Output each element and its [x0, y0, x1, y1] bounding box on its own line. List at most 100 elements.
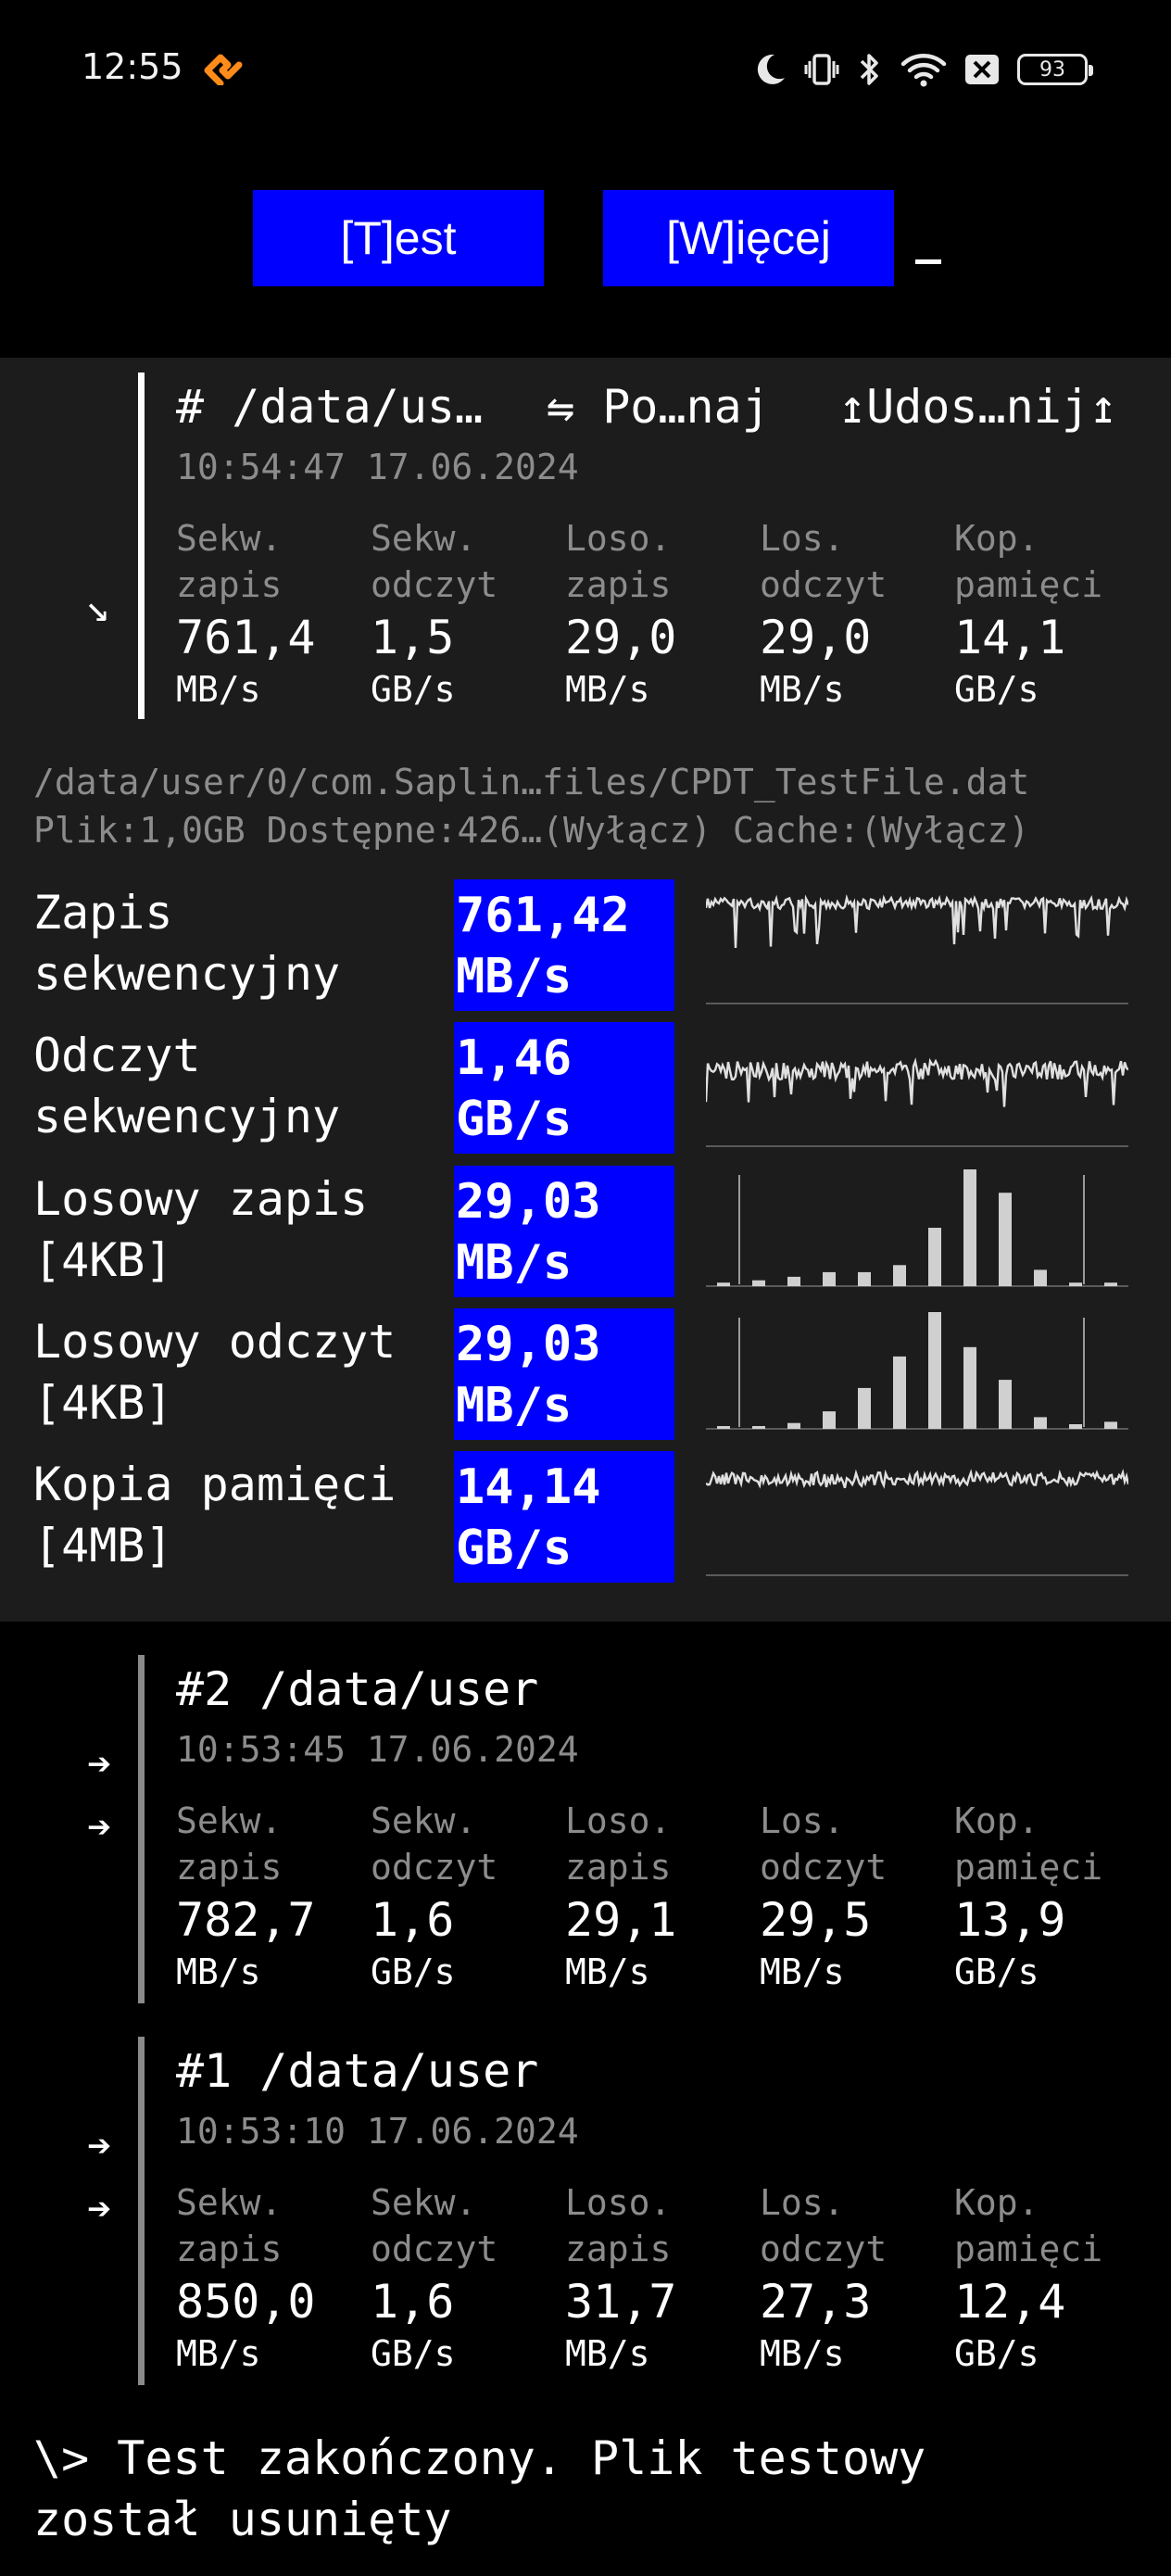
graph-seq-write — [706, 893, 1128, 1004]
bluetooth-icon — [860, 54, 878, 85]
row-value-rand-read: 29,03 MB/s — [454, 1308, 674, 1440]
metric-label: Kop. — [954, 1800, 1039, 1841]
metric-label: zapis — [565, 2229, 672, 2269]
metric-rand-read: Los. odczyt 29,5 MB/s — [760, 1798, 954, 1996]
metric-unit: MB/s — [176, 1951, 261, 1992]
metric-seq-write: Sekw. zapis 761,4 MB/s — [176, 515, 371, 713]
test-button[interactable]: [T]est — [253, 190, 544, 286]
metric-label: zapis — [565, 564, 672, 605]
row-label-seq-read: Odczyt sekwencyjny — [33, 1025, 340, 1147]
app-notification-icon — [204, 54, 243, 85]
metric-unit: MB/s — [760, 1951, 845, 1992]
battery-level: 93 — [1039, 57, 1065, 82]
metric-mem-copy: Kop. pamięci 13,9 GB/s — [954, 1798, 1149, 1996]
test-file-path: /data/user/0/com.Saplin…files/CPDT_TestF… — [33, 762, 1030, 802]
metric-value: 14,1 — [954, 611, 1066, 664]
status-icons: 93 — [754, 48, 1093, 91]
more-button[interactable]: [W]ięcej — [603, 190, 894, 286]
metric-label: Loso. — [565, 518, 672, 559]
status-message-line: został usunięty — [33, 2493, 452, 2546]
text-cursor — [915, 259, 941, 264]
metric-seq-read: Sekw. odczyt 1,6 GB/s — [371, 2179, 565, 2378]
histogram-bar — [963, 1346, 976, 1429]
history-1-title[interactable]: #1 /data/user — [176, 2044, 538, 2098]
metric-unit: MB/s — [760, 669, 845, 710]
graph-trace — [706, 893, 1128, 948]
row-value-seq-write: 761,42 MB/s — [454, 879, 674, 1011]
metric-value: 13,9 — [954, 1893, 1066, 1947]
row-value-unit: GB/s — [456, 1092, 573, 1147]
row-value-unit: MB/s — [456, 1235, 573, 1291]
histogram-bar — [893, 1356, 906, 1429]
metric-rand-write: Loso. zapis 29,0 MB/s — [565, 515, 760, 713]
metric-label: odczyt — [760, 1847, 888, 1888]
metric-unit: GB/s — [371, 669, 456, 710]
metric-value: 27,3 — [760, 2275, 872, 2329]
metric-value: 1,6 — [371, 1893, 455, 1947]
metric-value: 850,0 — [176, 2275, 316, 2329]
history-2-title[interactable]: #2 /data/user — [176, 1662, 538, 1716]
metric-label: Sekw. — [176, 518, 283, 559]
histogram-bar — [787, 1276, 800, 1286]
metric-label: Sekw. — [371, 518, 477, 559]
metric-unit: MB/s — [565, 669, 650, 710]
metric-label: zapis — [565, 1847, 672, 1888]
compare-button[interactable]: ⇋ Po…naj — [547, 380, 770, 434]
graph-seq-read — [706, 1057, 1128, 1147]
metric-label: odczyt — [760, 564, 888, 605]
metric-label: Los. — [760, 2182, 845, 2223]
histogram-bar — [717, 1426, 730, 1429]
histogram-bar — [1034, 1269, 1047, 1286]
metric-value: 31,7 — [565, 2275, 677, 2329]
share-button[interactable]: ↥Udos…nij↥ — [838, 380, 1117, 434]
vibrate-icon — [804, 54, 839, 85]
row-label-line: Losowy zapis — [33, 1172, 369, 1226]
metric-seq-write: Sekw. zapis 850,0 MB/s — [176, 2179, 371, 2378]
row-label-line: Zapis — [33, 886, 173, 940]
metric-label: zapis — [176, 2229, 283, 2269]
graph-trace — [706, 1469, 1128, 1489]
status-message: \> Test zakończony. Plik testowy został … — [33, 2428, 925, 2550]
row-value-unit: MB/s — [456, 949, 573, 1004]
metric-mem-copy: Kop. pamięci 12,4 GB/s — [954, 2179, 1149, 2378]
metric-label: Sekw. — [176, 2182, 283, 2223]
histogram-bar — [928, 1312, 941, 1429]
current-result-arrow: ↘ — [85, 584, 110, 631]
history-2-date: 10:53:45 17.06.2024 — [176, 1729, 579, 1770]
histogram-bar — [752, 1280, 765, 1286]
metric-label: zapis — [176, 1847, 283, 1888]
history-2-metrics: Sekw. zapis 782,7 MB/s Sekw. odczyt 1,6 … — [176, 1798, 1149, 1996]
metric-unit: GB/s — [371, 2333, 456, 2374]
metric-value: 29,0 — [760, 611, 872, 664]
row-label-line: [4KB] — [33, 1376, 173, 1430]
row-label-line: sekwencyjny — [33, 947, 341, 1001]
metric-label: Kop. — [954, 518, 1039, 559]
status-time: 12:55 — [82, 46, 183, 87]
histogram-bar — [963, 1169, 976, 1286]
metric-label: odczyt — [371, 1847, 498, 1888]
histogram-bar — [1069, 1424, 1082, 1429]
history-1-arrow: ➔ — [87, 2185, 112, 2232]
test-file-info[interactable]: Plik:1,0GB Dostępne:426…(Wyłącz) Cache:(… — [33, 810, 1029, 851]
sim-off-icon — [965, 55, 999, 84]
history-1-bar — [138, 2037, 145, 2385]
current-result-title: # /data/us… — [176, 380, 484, 434]
row-value-number: 14,14 — [456, 1459, 601, 1515]
metric-unit: GB/s — [954, 669, 1039, 710]
metric-rand-read: Los. odczyt 27,3 MB/s — [760, 2179, 954, 2378]
metric-label: odczyt — [371, 2229, 498, 2269]
row-label-line: Losowy odczyt — [33, 1315, 397, 1369]
histogram-bar — [1034, 1417, 1047, 1429]
metric-unit: MB/s — [565, 2333, 650, 2374]
graph-rand-read — [706, 1312, 1128, 1430]
metric-unit: MB/s — [176, 669, 261, 710]
histogram-bar — [928, 1228, 941, 1286]
metric-unit: MB/s — [176, 2333, 261, 2374]
metric-value: 29,1 — [565, 1893, 677, 1947]
histogram-bar — [823, 1271, 836, 1286]
row-value-mem-copy: 14,14 GB/s — [454, 1451, 674, 1583]
row-label-mem-copy: Kopia pamięci [4MB] — [33, 1454, 396, 1576]
metric-label: odczyt — [760, 2229, 888, 2269]
row-value-unit: GB/s — [456, 1521, 573, 1576]
graph-mem-copy — [706, 1469, 1128, 1576]
